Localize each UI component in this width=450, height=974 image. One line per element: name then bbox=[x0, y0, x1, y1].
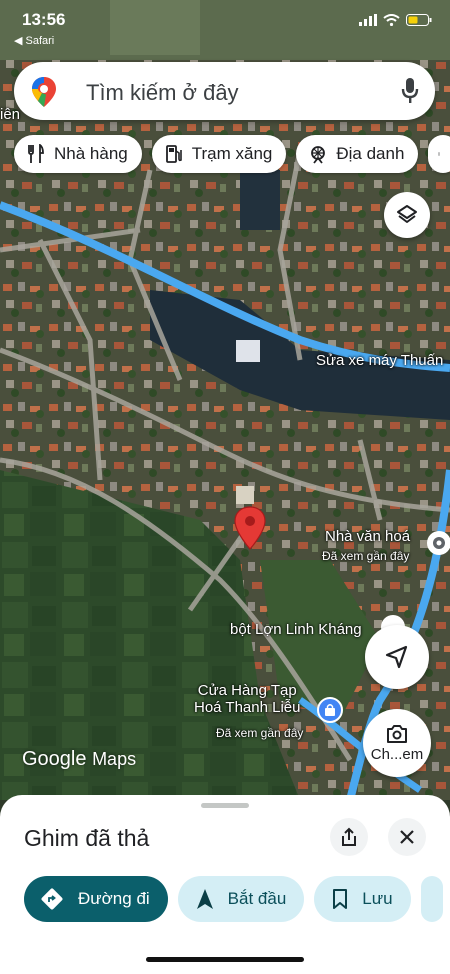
camera-search-icon bbox=[387, 724, 407, 743]
close-icon bbox=[400, 830, 414, 844]
my-location-button[interactable] bbox=[365, 625, 429, 689]
map-label-grocery-sub: Đã xem gần đây bbox=[216, 726, 304, 740]
watermark-brand: Google bbox=[22, 748, 87, 770]
start-label: Bắt đầu bbox=[227, 889, 287, 908]
grocery-line-2: Hoá Thanh Liễu bbox=[194, 699, 301, 716]
signal-icon bbox=[359, 14, 377, 26]
chip-label: Trạm xăng bbox=[191, 144, 273, 163]
map-label-grocery[interactable]: Cửa Hàng Tạp Hoá Thanh Liễu bbox=[194, 682, 300, 716]
landmark-icon bbox=[311, 146, 326, 164]
navigation-arrow-icon bbox=[196, 889, 213, 909]
cultural-house-marker[interactable] bbox=[427, 531, 450, 555]
share-icon bbox=[342, 827, 356, 846]
save-label: Lưu bbox=[362, 889, 393, 908]
chip-restaurant[interactable]: Nhà hàng bbox=[14, 135, 142, 173]
photo-button-label: Ch...em bbox=[370, 745, 424, 763]
google-maps-logo-icon bbox=[32, 77, 56, 112]
photo-explore-button[interactable]: Ch...em bbox=[363, 709, 431, 777]
location-arrow-icon bbox=[385, 645, 408, 669]
gas-station-icon bbox=[165, 145, 182, 163]
search-bar[interactable]: Tìm kiếm ở đây bbox=[14, 62, 435, 120]
google-maps-watermark: Google Maps bbox=[22, 748, 136, 771]
map-label-cultural-house-sub: Đã xem gần đây bbox=[322, 549, 410, 563]
chip-gas-station[interactable]: Trạm xăng bbox=[151, 135, 287, 173]
directions-button[interactable]: Đường đi bbox=[24, 876, 168, 922]
home-indicator bbox=[146, 957, 304, 962]
status-time: 13:56 bbox=[22, 10, 66, 29]
chip-label: Nhà hàng bbox=[54, 144, 128, 163]
map-layers-button[interactable] bbox=[384, 192, 430, 238]
category-chips: Nhà hàng Trạm xăng Địa danh bbox=[14, 135, 450, 173]
chip-landmark[interactable]: Địa danh bbox=[296, 135, 419, 173]
share-button[interactable] bbox=[330, 818, 368, 856]
more-action-button[interactable] bbox=[420, 876, 443, 922]
sheet-drag-handle[interactable] bbox=[201, 803, 249, 808]
start-button[interactable]: Bắt đầu bbox=[177, 876, 305, 922]
history-icon bbox=[433, 537, 445, 549]
bookmark-icon bbox=[333, 889, 348, 909]
search-placeholder: Tìm kiếm ở đây bbox=[86, 80, 239, 105]
red-pin-icon bbox=[234, 506, 266, 550]
battery-icon bbox=[406, 14, 432, 26]
status-bar: 13:56 ◀ Safari bbox=[0, 0, 450, 50]
directions-label: Đường đi bbox=[78, 889, 150, 908]
grocery-line-1: Cửa Hàng Tạp bbox=[197, 682, 297, 699]
layers-icon bbox=[397, 205, 417, 223]
status-icons bbox=[359, 14, 432, 26]
map-label-repair-shop[interactable]: Sửa xe máy Thuấn bbox=[316, 352, 443, 369]
restaurant-icon bbox=[28, 144, 44, 163]
hotel-icon bbox=[438, 152, 441, 156]
sheet-title: Ghim đã thả bbox=[24, 825, 150, 851]
microphone-icon[interactable] bbox=[401, 77, 419, 110]
close-button[interactable] bbox=[388, 818, 426, 856]
dropped-pin[interactable] bbox=[232, 505, 268, 556]
sheet-actions: Đường đi Bắt đầu Lưu bbox=[24, 876, 443, 922]
watermark-product: Maps bbox=[92, 749, 137, 769]
directions-icon bbox=[41, 888, 63, 910]
map-label-edge: iên bbox=[0, 106, 21, 123]
back-to-safari[interactable]: ◀ Safari bbox=[14, 34, 54, 47]
map-label-flour-shop[interactable]: bột Lợn Linh Kháng bbox=[230, 621, 362, 638]
wifi-icon bbox=[383, 14, 400, 26]
shopping-bag-icon bbox=[325, 704, 335, 716]
chip-label: Địa danh bbox=[336, 144, 405, 163]
grocery-marker[interactable] bbox=[317, 697, 343, 723]
map-label-cultural-house[interactable]: Nhà văn hoá bbox=[325, 528, 410, 545]
place-bottom-sheet[interactable]: Ghim đã thả Đường đi Bắt đầu Lưu bbox=[0, 795, 450, 974]
chip-more[interactable] bbox=[428, 135, 450, 173]
save-button[interactable]: Lưu bbox=[314, 876, 411, 922]
